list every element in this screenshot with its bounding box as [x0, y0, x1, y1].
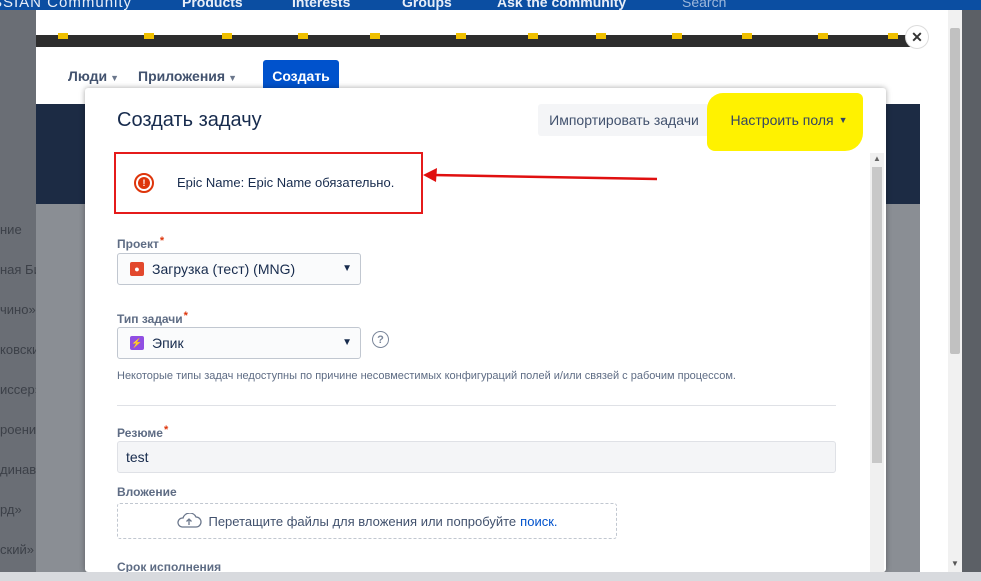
background-row: чино»: [0, 302, 36, 317]
nav-people[interactable]: Люди ▼: [68, 68, 119, 84]
nav-interests[interactable]: Interests: [292, 0, 350, 10]
scroll-down-icon[interactable]: ▼: [951, 559, 959, 568]
community-search-input[interactable]: Search: [682, 0, 726, 10]
background-left-column: ние ная Битв чино» ковский иссер» роение…: [0, 10, 54, 581]
import-issues-button[interactable]: Импортировать задачи: [538, 104, 710, 136]
required-marker: *: [159, 235, 165, 247]
attachment-label: Вложение: [117, 485, 177, 499]
dialog-scrollbar[interactable]: ▲: [870, 153, 884, 572]
nav-ask-community[interactable]: Ask the community: [497, 0, 626, 10]
dropzone-text: Перетащите файлы для вложения или попроб…: [208, 513, 517, 529]
nav-apps[interactable]: Приложения ▼: [138, 68, 237, 84]
project-label-text: Проект: [117, 237, 159, 251]
required-marker: *: [183, 310, 188, 322]
nav-people-label: Люди: [68, 68, 108, 84]
nav-products[interactable]: Products: [182, 0, 243, 10]
help-icon[interactable]: ?: [372, 331, 389, 348]
close-icon[interactable]: ✕: [906, 26, 928, 48]
annotation-arrow: [423, 168, 658, 182]
configure-fields-label: Настроить поля: [730, 112, 834, 128]
chevron-down-icon: ▼: [342, 263, 352, 274]
scrollbar-thumb[interactable]: [950, 28, 960, 354]
project-select-value: Загрузка (тест) (MNG): [152, 261, 296, 277]
summary-label-text: Резюме: [117, 426, 163, 440]
bottom-feedback-strip: [0, 572, 981, 581]
issue-type-select[interactable]: ⚡ Эпик ▼: [117, 327, 361, 359]
scrollbar-thumb[interactable]: [872, 167, 882, 463]
scroll-up-icon[interactable]: ▲: [873, 154, 881, 163]
nav-groups[interactable]: Groups: [402, 0, 452, 10]
error-message-box: ! Epic Name: Epic Name обязательно.: [114, 152, 423, 214]
dialog-title: Создать задачу: [117, 109, 262, 131]
chevron-down-icon: ▼: [110, 73, 120, 83]
summary-input[interactable]: test: [117, 441, 836, 473]
nav-apps-label: Приложения: [138, 68, 226, 84]
bookmarks-strip: [36, 33, 920, 47]
background-row: ние: [0, 222, 22, 237]
project-label: Проект*: [117, 235, 165, 251]
community-logo[interactable]: SSIAN Community: [0, 0, 132, 10]
dialog-body: ! Epic Name: Epic Name обязательно. Прое…: [85, 152, 870, 572]
chevron-down-icon: ▼: [228, 73, 237, 83]
epic-icon: ⚡: [130, 336, 144, 350]
background-row: рд»: [0, 502, 22, 517]
community-top-bar: SSIAN Community Products Interests Group…: [0, 0, 981, 10]
error-message: Epic Name: Epic Name обязательно.: [177, 175, 395, 190]
issue-type-label-text: Тип задачи: [117, 312, 183, 326]
background-row: ский»: [0, 542, 34, 557]
divider: [117, 405, 836, 406]
error-icon: !: [134, 173, 154, 193]
create-issue-dialog: Создать задачу Импортировать задачи Наст…: [85, 88, 886, 572]
issue-type-hint: Некоторые типы задач недоступны по причи…: [117, 370, 736, 382]
chevron-down-icon: ▼: [838, 115, 848, 125]
browse-link[interactable]: поиск.: [520, 514, 557, 529]
issue-type-select-value: Эпик: [152, 335, 184, 351]
project-select[interactable]: ● Загрузка (тест) (MNG) ▼: [117, 253, 361, 285]
due-date-label: Срок исполнения: [117, 560, 222, 572]
chevron-down-icon: ▼: [342, 337, 352, 348]
attachment-dropzone[interactable]: Перетащите файлы для вложения или попроб…: [117, 503, 617, 539]
summary-label: Резюме*: [117, 424, 169, 440]
cloud-upload-icon: [177, 513, 203, 528]
page-scrollbar[interactable]: ▼: [948, 10, 962, 572]
issue-type-label: Тип задачи*: [117, 310, 188, 326]
required-marker: *: [163, 424, 169, 436]
project-avatar-icon: ●: [130, 262, 144, 276]
configure-fields-button[interactable]: Настроить поля ▼: [719, 104, 859, 136]
